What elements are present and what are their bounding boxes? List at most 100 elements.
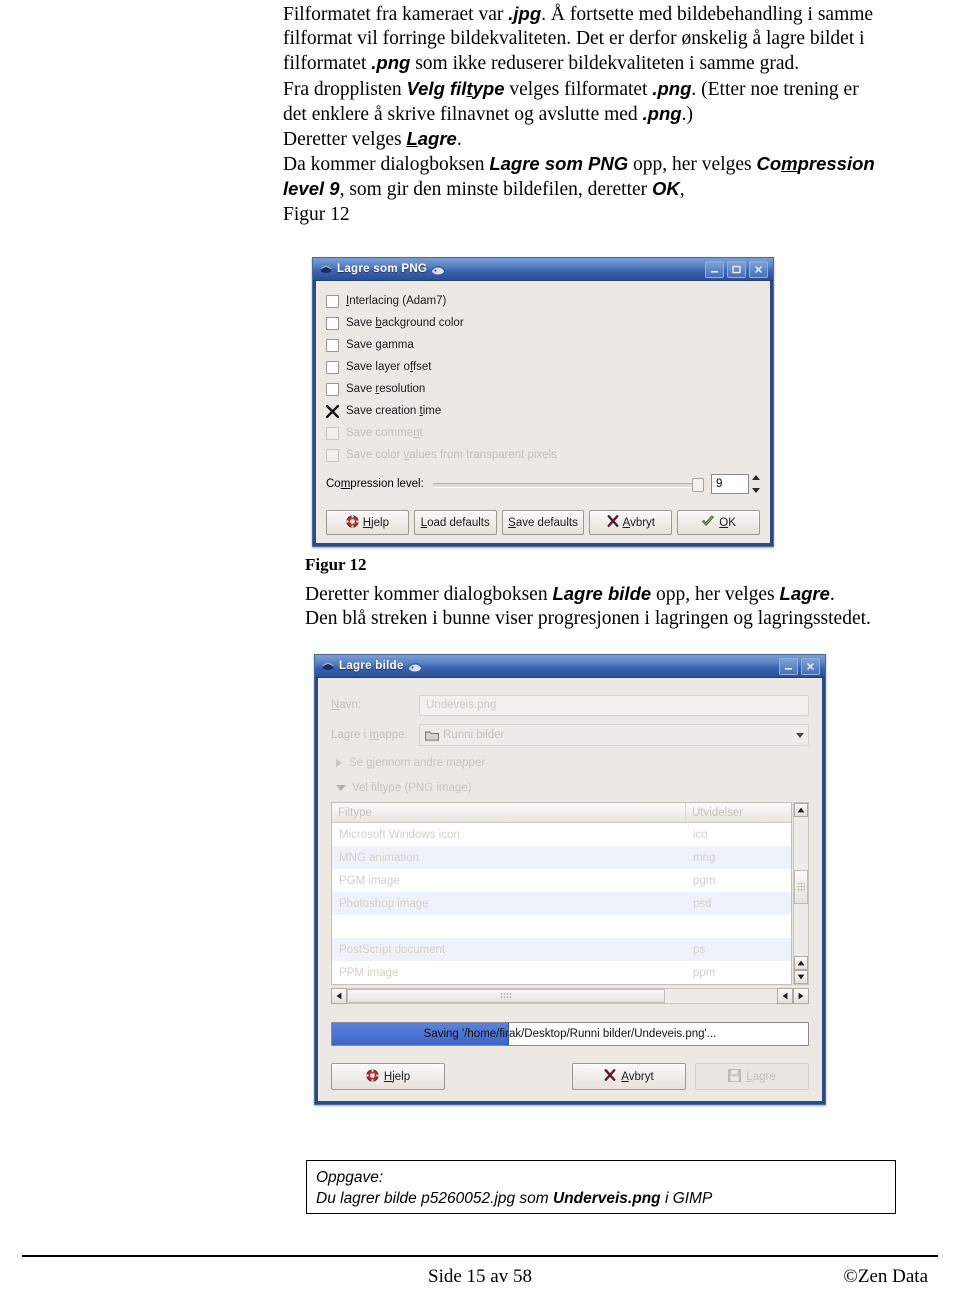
scroll-track-lower[interactable] xyxy=(794,904,808,957)
list-item[interactable] xyxy=(332,915,791,938)
paragraph-4: Da kommer dialogboksen Lagre som PNG opp… xyxy=(283,152,883,202)
list-vertical-scrollbar[interactable] xyxy=(793,802,809,985)
folder-icon xyxy=(425,730,439,741)
hscroll-track[interactable] xyxy=(347,987,777,1004)
text-run: jelp xyxy=(371,516,389,529)
filetype-ext: psd xyxy=(693,897,712,910)
text-run: som ikke reduserer bildekvaliteten i sam… xyxy=(410,53,800,75)
cancel-button[interactable]: Avbryt xyxy=(589,510,673,535)
accel-char: L xyxy=(406,128,418,150)
spinner-down-icon[interactable] xyxy=(752,488,760,493)
spinner-arrows[interactable] xyxy=(752,474,760,494)
accel-char: H xyxy=(383,1070,393,1083)
help-button[interactable]: Hjelp xyxy=(326,510,409,535)
checkbox-save-gamma[interactable] xyxy=(326,338,339,352)
save-defaults-button[interactable]: Save defaults xyxy=(501,510,585,535)
checkbox-row[interactable]: Save creation time xyxy=(326,400,760,422)
browse-folders-expander[interactable]: Se gjennom andre mapper xyxy=(331,750,809,775)
list-horizontal-scrollbar[interactable] xyxy=(331,987,809,1004)
text-run: i GIMP xyxy=(660,1190,713,1207)
help-button[interactable]: Hjelp xyxy=(331,1063,445,1090)
chevron-down-icon xyxy=(336,784,346,791)
scroll-stepper-pair[interactable] xyxy=(794,956,808,984)
filetype-ext: ico xyxy=(693,828,708,841)
window-controls xyxy=(779,657,820,675)
column-header-filtype[interactable]: Filtype xyxy=(332,803,686,822)
slider-track xyxy=(432,483,704,488)
figure-caption: Figur 12 xyxy=(305,555,367,574)
lagre-bilde-dialog[interactable]: Lagre bilde Navn: Undeveis.png Lagre i m… xyxy=(314,654,826,1105)
compression-level-slider[interactable] xyxy=(432,477,704,492)
cancel-button[interactable]: Avbryt xyxy=(572,1063,686,1090)
list-item[interactable]: Photoshop image psd xyxy=(332,892,791,915)
compression-level-spinner[interactable]: 9 xyxy=(711,474,760,494)
list-item[interactable]: PostScript document ps xyxy=(332,938,791,961)
spinner-up-icon[interactable] xyxy=(752,475,760,480)
scroll-left-button[interactable] xyxy=(331,987,347,1004)
paragraph-7: Den blå streken i bunne viser progresjon… xyxy=(305,608,871,630)
hscrollbar-thumb[interactable] xyxy=(347,988,666,1003)
minimize-button[interactable] xyxy=(705,260,724,278)
scroll-up-button-2[interactable] xyxy=(794,956,808,970)
list-item[interactable]: Microsoft Windows icon ico xyxy=(332,823,791,846)
text-run: fset xyxy=(412,361,432,373)
lagre-som-png-dialog[interactable]: Lagre som PNG Interlacing (Adam7) Save b… xyxy=(312,257,774,547)
load-defaults-button[interactable]: Load defaults xyxy=(413,510,497,535)
checkbox-save-layer-offset[interactable] xyxy=(326,360,339,374)
slider-handle[interactable] xyxy=(692,478,704,492)
checkbox-save-resolution[interactable] xyxy=(326,382,339,396)
checkbox-row[interactable]: Save layer offset xyxy=(326,356,760,378)
text-run: ype xyxy=(472,77,505,99)
filetype-list-area: Filtype Utvidelser Microsoft Windows ico… xyxy=(331,802,809,985)
velg-filtype-emphasis: Velg filtype xyxy=(406,78,504,99)
minimize-button[interactable] xyxy=(779,657,798,675)
list-item[interactable]: PGM image pgm xyxy=(332,869,791,892)
accel-char: m xyxy=(340,478,351,490)
scroll-right-button[interactable] xyxy=(793,987,809,1004)
filetype-ext: mng xyxy=(693,851,716,864)
column-header-utvidelser[interactable]: Utvidelser xyxy=(686,803,791,822)
filetype-listbox[interactable]: Filtype Utvidelser Microsoft Windows ico… xyxy=(331,802,792,985)
checkbox-save-background-color[interactable] xyxy=(326,316,339,330)
help-icon xyxy=(366,1068,379,1085)
scroll-left-button-2[interactable] xyxy=(777,987,793,1004)
window-menu-icon[interactable] xyxy=(321,659,335,673)
folder-combobox[interactable]: Runni bilder xyxy=(419,724,809,746)
close-button[interactable] xyxy=(749,260,768,278)
text-run: esolution xyxy=(379,383,426,395)
text-run: . xyxy=(829,584,835,605)
window-menu-icon[interactable] xyxy=(319,262,333,276)
scroll-up-button[interactable] xyxy=(794,803,808,817)
chevron-down-icon[interactable] xyxy=(796,732,804,738)
scrollbar-thumb[interactable] xyxy=(794,869,808,904)
filetype-name: PostScript document xyxy=(339,943,446,956)
filename-input[interactable]: Undeveis.png xyxy=(419,694,809,716)
checkbox-row[interactable]: Save gamma xyxy=(326,334,760,356)
text-run: opp, her velges xyxy=(651,584,780,605)
maximize-button[interactable] xyxy=(727,260,746,278)
hscroll-stepper-pair[interactable] xyxy=(777,987,809,1004)
checkbox-row[interactable]: Interlacing (Adam7) xyxy=(326,290,760,312)
filetype-expander[interactable]: Vel filtype (PNG image) xyxy=(331,775,809,800)
checkbox-interlacing[interactable] xyxy=(326,294,339,308)
text-run: ave defaults xyxy=(515,516,578,529)
compression-level-value[interactable]: 9 xyxy=(711,474,749,494)
dialog-titlebar[interactable]: Lagre bilde xyxy=(315,655,825,678)
gimp-wilber-icon xyxy=(430,262,446,277)
ok-button[interactable]: OK xyxy=(677,510,760,535)
compression-level-row[interactable]: Compression level: 9 xyxy=(326,470,760,498)
close-button[interactable] xyxy=(801,657,820,675)
text-run: Lagre i xyxy=(331,729,370,741)
help-icon xyxy=(346,514,359,531)
scroll-track-upper[interactable] xyxy=(794,817,808,870)
list-item[interactable]: MNG animation mng xyxy=(332,846,791,869)
filetype-ext: ppm xyxy=(693,966,716,979)
window-controls xyxy=(705,260,768,278)
list-item[interactable]: PPM image ppm xyxy=(332,961,791,984)
checkbox-row[interactable]: Save background color xyxy=(326,312,760,334)
dialog-button-row: Hjelp Load defaults Save defaults Avbryt xyxy=(326,510,760,535)
checkbox-save-creation-time[interactable] xyxy=(326,404,339,418)
checkbox-row[interactable]: Save resolution xyxy=(326,378,760,400)
scroll-down-button[interactable] xyxy=(794,970,808,984)
dialog-titlebar[interactable]: Lagre som PNG xyxy=(313,258,773,281)
